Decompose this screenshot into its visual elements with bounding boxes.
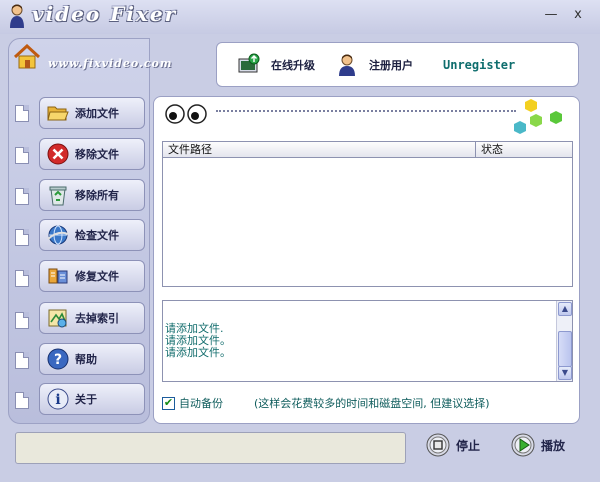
add-file-button[interactable]: 添加文件 — [39, 97, 145, 129]
repair-file-label: 修复文件 — [75, 270, 119, 283]
dotted-divider — [216, 110, 516, 112]
auto-backup-label[interactable]: 自动备份 — [179, 395, 223, 411]
document-icon — [15, 352, 29, 369]
title-bar: video Fixer — x — [0, 0, 600, 34]
user-person-icon — [339, 54, 355, 76]
register-user-button[interactable]: 注册用户 — [335, 53, 413, 77]
eyes-icon — [165, 104, 207, 124]
scroll-up-arrow-icon[interactable]: ▲ — [558, 302, 572, 316]
minimize-button[interactable]: — — [544, 8, 558, 22]
document-icon — [15, 229, 29, 246]
remove-all-label: 移除所有 — [75, 189, 119, 202]
document-icon — [15, 392, 29, 409]
log-output[interactable]: 请添加文件. 请添加文件。 请添加文件。 ▲ ▼ — [162, 300, 573, 382]
home-icon — [13, 44, 41, 69]
scroll-thumb[interactable] — [558, 331, 572, 367]
remove-file-button[interactable]: 移除文件 — [39, 138, 145, 170]
column-header-path[interactable]: 文件路径 — [163, 142, 476, 157]
check-file-button[interactable]: 检查文件 — [39, 219, 145, 251]
stop-icon — [426, 433, 450, 457]
folder-open-icon — [47, 106, 69, 121]
document-icon — [15, 312, 29, 329]
scroll-down-arrow-icon[interactable]: ▼ — [558, 366, 572, 380]
document-icon — [15, 270, 29, 287]
about-label: 关于 — [75, 393, 97, 406]
play-label: 播放 — [541, 438, 566, 453]
hexagon-decoration-icon — [514, 99, 562, 134]
play-icon — [511, 433, 535, 457]
remove-x-icon — [47, 143, 69, 165]
log-lines: 请添加文件. 请添加文件。 请添加文件。 — [165, 323, 231, 359]
website-url: www.fixvideo.com — [48, 57, 173, 70]
repair-tools-icon — [48, 268, 68, 284]
remove-file-label: 移除文件 — [75, 148, 119, 161]
check-file-label: 检查文件 — [75, 229, 119, 242]
svg-text:?: ? — [54, 352, 62, 368]
registration-status: Unregister — [443, 57, 516, 72]
check-globe-icon — [47, 225, 69, 245]
log-line: 请添加文件。 — [165, 346, 231, 359]
online-upgrade-button[interactable]: 在线升级 — [237, 53, 315, 77]
column-header-status[interactable]: 状态 — [476, 142, 572, 157]
help-label: 帮助 — [75, 353, 97, 366]
about-button[interactable]: i 关于 — [39, 383, 145, 415]
recycle-bin-icon — [49, 186, 67, 206]
file-list-table[interactable]: 文件路径 状态 — [162, 141, 573, 287]
upgrade-computer-icon — [238, 53, 260, 72]
remove-all-button[interactable]: 移除所有 — [39, 179, 145, 211]
svg-text:i: i — [55, 392, 60, 408]
remove-index-button[interactable]: 去掉索引 — [39, 302, 145, 334]
stop-label: 停止 — [456, 438, 481, 453]
document-icon — [15, 105, 29, 122]
close-button[interactable]: x — [571, 8, 585, 22]
remove-index-icon — [48, 309, 67, 328]
help-icon: ? — [47, 348, 69, 370]
log-scrollbar[interactable]: ▲ ▼ — [556, 301, 572, 381]
table-header: 文件路径 状态 — [163, 142, 572, 158]
play-button[interactable]: 播放 — [511, 433, 565, 457]
user-person-icon — [10, 4, 24, 28]
info-icon: i — [47, 388, 69, 410]
repair-file-button[interactable]: 修复文件 — [39, 260, 145, 292]
status-bar — [15, 432, 406, 464]
help-button[interactable]: ? 帮助 — [39, 343, 145, 375]
register-user-label: 注册用户 — [369, 58, 413, 72]
auto-backup-checkbox[interactable]: ✔ — [162, 396, 175, 410]
document-icon — [15, 188, 29, 205]
add-file-label: 添加文件 — [75, 107, 119, 120]
remove-index-label: 去掉索引 — [75, 312, 119, 325]
top-info-bar: 在线升级 注册用户 Unregister — [216, 42, 579, 87]
auto-backup-note: (这样会花费较多的时间和磁盘空间, 但建议选择) — [254, 397, 490, 410]
stop-button[interactable]: 停止 — [426, 433, 480, 457]
app-title-logo: video Fixer — [32, 2, 178, 26]
auto-backup-option[interactable]: ✔ 自动备份 — [162, 395, 223, 411]
document-icon — [15, 147, 29, 164]
online-upgrade-label: 在线升级 — [271, 58, 315, 72]
